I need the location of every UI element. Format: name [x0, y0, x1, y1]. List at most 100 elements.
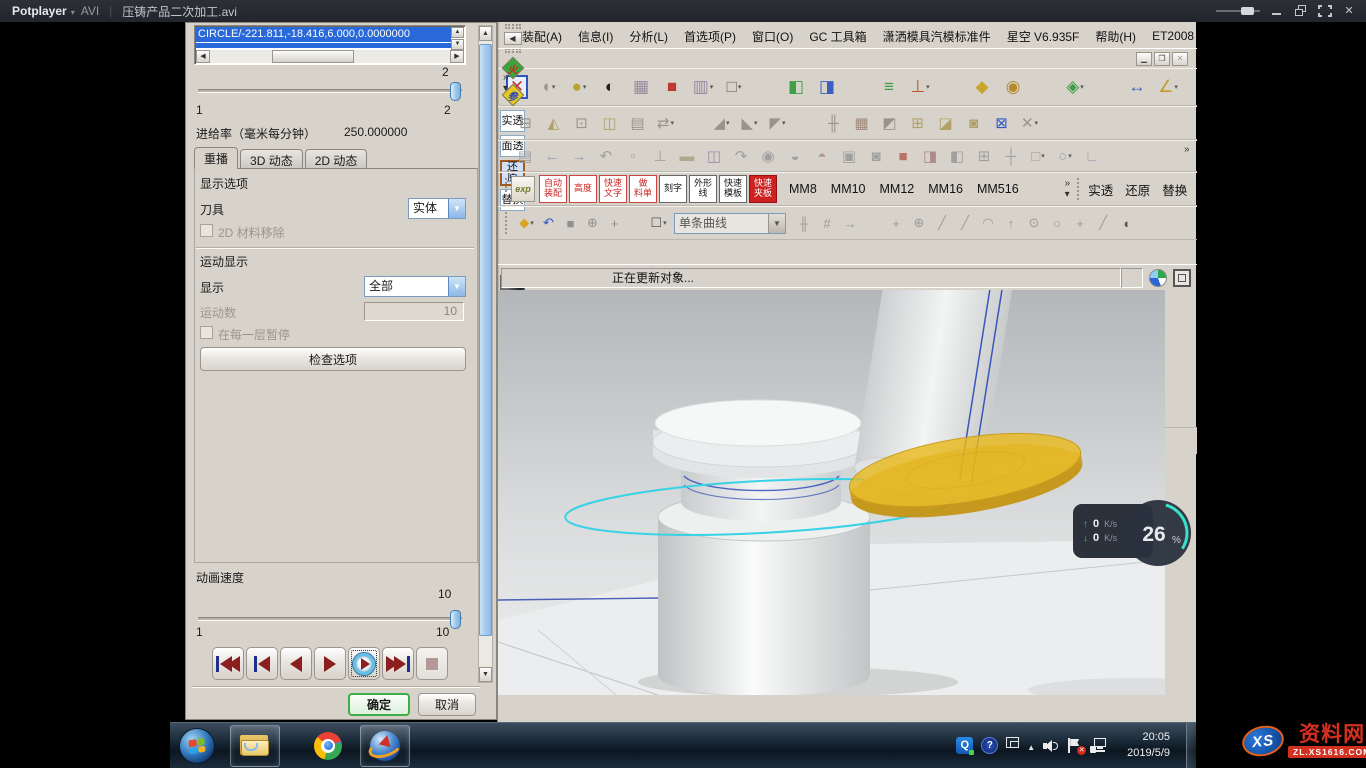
chevron-down-icon[interactable]: ▼: [768, 214, 785, 233]
restore-child-button[interactable]: ❐: [1154, 52, 1170, 66]
replay-toolpath-icon[interactable]: ◣▾: [736, 110, 763, 137]
window-tray-icon[interactable]: [1006, 737, 1019, 748]
layered-face-icon[interactable]: ◓: [809, 143, 835, 169]
view-mode-button[interactable]: 实透: [1083, 180, 1118, 199]
exchange-icon[interactable]: ⇄▾: [652, 110, 679, 137]
dialog-scrollbar[interactable]: ▲ ▼: [478, 25, 493, 683]
view-mode-button[interactable]: 还原: [1120, 180, 1155, 199]
step-backward-button[interactable]: [246, 647, 278, 680]
view-mode-button[interactable]: 面色: [1194, 180, 1197, 199]
background-icon[interactable]: □▾: [719, 72, 749, 102]
quick-text-button[interactable]: 快速 文字: [599, 175, 627, 203]
toolbar-handle[interactable]: [1077, 178, 1079, 200]
speed-slider-handle[interactable]: [450, 610, 461, 629]
progress-slider-handle[interactable]: [450, 82, 461, 101]
toolpath-list-icon[interactable]: ╫: [820, 110, 847, 137]
post-process-icon[interactable]: ⊠: [988, 110, 1015, 137]
stop-button[interactable]: [416, 647, 448, 680]
rotate-view-icon[interactable]: ↶: [593, 143, 619, 169]
minimize-button[interactable]: [1270, 5, 1284, 17]
chevron-down-icon[interactable]: ▾: [738, 83, 742, 91]
snap-all-icon[interactable]: +: [885, 211, 907, 235]
cancel-icon[interactable]: ✕▾: [1016, 110, 1043, 137]
chevron-down-icon[interactable]: ▾: [754, 119, 758, 127]
chevron-down-icon[interactable]: ▾: [1174, 83, 1178, 91]
create-method-icon[interactable]: ◫: [596, 110, 623, 137]
toolpath-edit-icon[interactable]: ▦: [848, 110, 875, 137]
center-mark-icon[interactable]: ┼: [998, 143, 1024, 169]
menu-item[interactable]: 首选项(P): [676, 25, 744, 48]
mm-size-button[interactable]: MM516: [972, 182, 1024, 196]
close-child-button[interactable]: ✕: [1172, 52, 1188, 66]
snap-curve-icon[interactable]: ◠: [977, 211, 999, 235]
speed-slider[interactable]: [198, 617, 462, 621]
scroll-up-icon[interactable]: ▲: [479, 26, 492, 41]
copy-object-icon[interactable]: ▫: [620, 143, 646, 169]
quick-template-button[interactable]: 快速 模板: [719, 175, 747, 203]
go-to-start-button[interactable]: [212, 647, 244, 680]
chevron-down-icon[interactable]: ▾: [671, 119, 675, 127]
scroll-up-icon[interactable]: ▲: [451, 27, 464, 38]
point-rotate-icon[interactable]: ⊕: [582, 211, 603, 235]
action-center-icon[interactable]: ✕: [1067, 738, 1083, 753]
section-plane-icon[interactable]: ◧: [781, 72, 811, 102]
half-shading-icon[interactable]: ◐: [595, 72, 625, 102]
chevron-down-icon[interactable]: ▾: [710, 83, 714, 91]
solid-body-icon[interactable]: ■: [657, 72, 687, 102]
create-operation-icon[interactable]: ▤: [624, 110, 651, 137]
mirror-body-icon[interactable]: ◧: [944, 143, 970, 169]
snap-dark-icon[interactable]: ◖: [1115, 211, 1137, 235]
menu-item[interactable]: 信息(I): [570, 25, 621, 48]
chevron-down-icon[interactable]: ▾: [926, 83, 930, 91]
snap-tree-icon[interactable]: #: [816, 211, 838, 235]
generate-toolpath-icon[interactable]: ◢▾: [708, 110, 735, 137]
tab[interactable]: 2D 动态: [305, 149, 368, 169]
polygon-tool-icon[interactable]: ○▾: [1052, 143, 1078, 169]
mm-size-button[interactable]: MM12: [875, 182, 920, 196]
minimize-child-button[interactable]: ▁: [1136, 52, 1152, 66]
fill-body-icon[interactable]: ◙: [863, 143, 889, 169]
go-to-end-button[interactable]: [382, 647, 414, 680]
clip-section-icon[interactable]: ◨: [812, 72, 842, 102]
overflow-chevron-icon[interactable]: »▾: [1065, 178, 1071, 200]
chevron-down-icon[interactable]: ▾: [663, 219, 667, 227]
progress-circle-overlay[interactable]: 26 %: [1124, 499, 1192, 567]
rendered-style-icon[interactable]: ●▾: [564, 72, 594, 102]
menu-item[interactable]: 帮助(H): [1087, 25, 1144, 48]
wcs-orient-icon[interactable]: ∟: [1079, 143, 1105, 169]
recall-icon[interactable]: ↷: [728, 143, 754, 169]
motion-count-input[interactable]: 10: [364, 302, 464, 321]
snap-center-icon[interactable]: ⊕: [908, 211, 930, 235]
split-body-icon[interactable]: ◨: [917, 143, 943, 169]
pause-each-level-checkbox[interactable]: [200, 326, 213, 339]
chevron-down-icon[interactable]: ▾: [1080, 83, 1084, 91]
taskbar-player-button[interactable]: [360, 725, 410, 767]
check-options-button[interactable]: 检查选项: [200, 347, 466, 371]
chevron-down-icon[interactable]: ▾: [583, 83, 587, 91]
selection-scope-dropdown[interactable]: 单条曲线 ▼: [674, 213, 786, 234]
cancel-button[interactable]: 取消: [418, 693, 476, 716]
toolbar-handle[interactable]: [505, 178, 507, 200]
machine-csys-icon[interactable]: ⊥▾: [905, 72, 935, 102]
material-removal-checkbox[interactable]: [200, 224, 213, 237]
rectangle-tool-icon[interactable]: □▾: [1025, 143, 1051, 169]
ok-button[interactable]: 确定: [348, 693, 410, 716]
volume-slider[interactable]: [1216, 10, 1260, 12]
volume-tray-icon[interactable]: [1043, 739, 1059, 753]
toolbar-handle[interactable]: [505, 212, 512, 234]
mm-size-button[interactable]: MM8: [784, 182, 822, 196]
help-tray-icon[interactable]: ?: [981, 737, 998, 754]
fullscreen-button[interactable]: [1318, 5, 1332, 17]
chevron-down-icon[interactable]: ▾: [530, 219, 534, 227]
wireframe-body-icon[interactable]: ▦: [626, 72, 656, 102]
operation-navigator-icon[interactable]: ≡: [874, 72, 904, 102]
menu-item[interactable]: 窗口(O): [744, 25, 801, 48]
chevron-down-icon[interactable]: ▾: [552, 83, 556, 91]
potplayer-menu[interactable]: Potplayer: [12, 4, 67, 18]
menu-item[interactable]: 装配(A): [514, 25, 570, 48]
snap-line-icon[interactable]: ╱: [931, 211, 953, 235]
mm-size-button[interactable]: MM10: [826, 182, 871, 196]
tool-dropdown[interactable]: 实体 ▼: [408, 198, 466, 219]
menu-item[interactable]: ET2008: [1144, 26, 1202, 46]
mesh-sphere-icon[interactable]: ◉: [755, 143, 781, 169]
